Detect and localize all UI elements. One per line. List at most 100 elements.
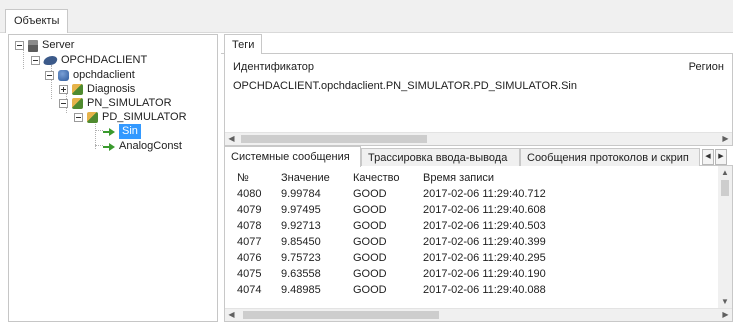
column-header-identifier[interactable]: Идентификатор — [233, 61, 314, 73]
tree-node-diagnosis[interactable]: Diagnosis — [59, 82, 135, 97]
group-icon — [72, 84, 83, 95]
cell-time: 2017-02-06 11:29:40.088 — [423, 284, 546, 296]
tab-scroll-left-icon[interactable]: ◀ — [702, 149, 714, 165]
tree-node-opchdaclient-db[interactable]: opchdaclient — [45, 68, 135, 83]
cell-time: 2017-02-06 11:29:40.712 — [423, 188, 546, 200]
object-tree[interactable]: Server OPCHDACLIENT opchdaclient Diagnos… — [8, 34, 218, 322]
column-header-number[interactable]: № — [237, 170, 249, 186]
tree-node-pd-simulator[interactable]: PD_SIMULATOR — [74, 110, 187, 125]
scrollbar-thumb[interactable] — [241, 135, 427, 143]
collapse-icon[interactable] — [74, 113, 83, 122]
tab-tags[interactable]: Теги — [224, 34, 263, 54]
tree-line — [95, 130, 103, 131]
collapse-icon[interactable] — [31, 56, 40, 65]
tab-io-trace[interactable]: Трассировка ввода-вывода — [361, 148, 520, 167]
tree-node-label: OPCHDACLIENT — [61, 54, 148, 66]
cell-quality: GOOD — [353, 188, 387, 200]
cell-value: 9.97495 — [281, 204, 321, 216]
table-row[interactable]: 4076 9.75723 GOOD 2017-02-06 11:29:40.29… — [225, 250, 720, 266]
scrollbar-thumb[interactable] — [721, 180, 729, 196]
tree-node-label: PD_SIMULATOR — [102, 111, 187, 123]
tags-panel: Теги Идентификатор Регион OPCHDACLIENT.o… — [221, 34, 733, 146]
client-icon — [42, 56, 59, 65]
tag-row[interactable]: OPCHDACLIENT.opchdaclient.PN_SIMULATOR.P… — [233, 80, 577, 92]
cell-number: 4080 — [237, 188, 262, 200]
cell-number: 4078 — [237, 220, 262, 232]
scrollbar-thumb[interactable] — [243, 311, 439, 319]
tree-node-label: Server — [42, 39, 75, 51]
tree-line — [95, 145, 103, 146]
tree-node-label: Diagnosis — [87, 83, 136, 95]
cell-value: 9.48985 — [281, 284, 321, 296]
expand-icon[interactable] — [59, 85, 68, 94]
cell-value: 9.75723 — [281, 252, 321, 264]
group-icon — [72, 98, 83, 109]
column-header-time[interactable]: Время записи — [423, 170, 494, 186]
scroll-left-icon[interactable]: ◀ — [225, 309, 238, 322]
cell-quality: GOOD — [353, 268, 387, 280]
tree-node-opchdaclient[interactable]: OPCHDACLIENT — [31, 53, 147, 68]
horizontal-scrollbar[interactable]: ◀ ▶ — [225, 132, 732, 145]
table-header: № Значение Качество Время записи — [225, 170, 720, 186]
tab-system-messages[interactable]: Системные сообщения — [224, 146, 361, 167]
scroll-left-icon[interactable]: ◀ — [225, 133, 238, 146]
cell-time: 2017-02-06 11:29:40.503 — [423, 220, 546, 232]
cell-quality: GOOD — [353, 220, 387, 232]
tag-arrow-icon — [103, 142, 115, 152]
tree-node-analogconst[interactable]: AnalogConst — [103, 139, 182, 154]
column-header-value[interactable]: Значение — [281, 170, 330, 186]
scroll-up-icon[interactable]: ▲ — [718, 166, 732, 179]
top-tab-strip: Объекты — [0, 0, 733, 33]
collapse-icon[interactable] — [59, 99, 68, 108]
scroll-down-icon[interactable]: ▼ — [718, 295, 732, 308]
tree-node-label: opchdaclient — [73, 69, 135, 81]
scroll-right-icon[interactable]: ▶ — [719, 309, 732, 322]
table-row[interactable]: 4074 9.48985 GOOD 2017-02-06 11:29:40.08… — [225, 282, 720, 298]
group-icon — [87, 112, 98, 123]
cell-number: 4077 — [237, 236, 262, 248]
cell-quality: GOOD — [353, 204, 387, 216]
log-panel: Системные сообщения Трассировка ввода-вы… — [221, 146, 733, 322]
cell-quality: GOOD — [353, 284, 387, 296]
tab-objects[interactable]: Объекты — [5, 9, 69, 33]
cell-time: 2017-02-06 11:29:40.608 — [423, 204, 546, 216]
cell-value: 9.63558 — [281, 268, 321, 280]
collapse-icon[interactable] — [15, 41, 24, 50]
vertical-scrollbar[interactable]: ▲ ▼ — [718, 166, 732, 308]
tree-node-label-selected: Sin — [119, 124, 141, 139]
table-row[interactable]: 4080 9.99784 GOOD 2017-02-06 11:29:40.71… — [225, 186, 720, 202]
tree-node-label: AnalogConst — [119, 140, 182, 152]
log-table[interactable]: № Значение Качество Время записи 4080 9.… — [224, 166, 733, 322]
cell-number: 4075 — [237, 268, 262, 280]
tree-node-label: PN_SIMULATOR — [87, 97, 172, 109]
tree-node-server[interactable]: Server — [15, 38, 74, 53]
cell-time: 2017-02-06 11:29:40.190 — [423, 268, 546, 280]
cell-value: 9.99784 — [281, 188, 321, 200]
table-row[interactable]: 4077 9.85450 GOOD 2017-02-06 11:29:40.39… — [225, 234, 720, 250]
server-icon — [28, 39, 38, 52]
tree-node-sin[interactable]: Sin — [103, 124, 141, 139]
tags-list[interactable]: Идентификатор Регион OPCHDACLIENT.opchda… — [224, 53, 733, 146]
cell-number: 4074 — [237, 284, 262, 296]
cell-time: 2017-02-06 11:29:40.295 — [423, 252, 546, 264]
log-tabs: Системные сообщения Трассировка ввода-вы… — [224, 146, 733, 167]
cell-quality: GOOD — [353, 236, 387, 248]
scroll-right-icon[interactable]: ▶ — [719, 133, 732, 146]
table-row[interactable]: 4078 9.92713 GOOD 2017-02-06 11:29:40.50… — [225, 218, 720, 234]
tree-node-pn-simulator[interactable]: PN_SIMULATOR — [59, 96, 172, 111]
cell-time: 2017-02-06 11:29:40.399 — [423, 236, 546, 248]
column-header-quality[interactable]: Качество — [353, 170, 400, 186]
database-icon — [58, 70, 69, 81]
cell-quality: GOOD — [353, 252, 387, 264]
tab-scroll-right-icon[interactable]: ▶ — [715, 149, 727, 165]
cell-value: 9.85450 — [281, 236, 321, 248]
cell-value: 9.92713 — [281, 220, 321, 232]
collapse-icon[interactable] — [45, 71, 54, 80]
column-header-region[interactable]: Регион — [689, 61, 724, 73]
tab-protocol-messages[interactable]: Сообщения протоколов и скрип — [520, 148, 700, 167]
table-row[interactable]: 4075 9.63558 GOOD 2017-02-06 11:29:40.19… — [225, 266, 720, 282]
table-row[interactable]: 4079 9.97495 GOOD 2017-02-06 11:29:40.60… — [225, 202, 720, 218]
cell-number: 4076 — [237, 252, 262, 264]
horizontal-scrollbar[interactable]: ◀ ▶ — [225, 308, 732, 321]
cell-number: 4079 — [237, 204, 262, 216]
